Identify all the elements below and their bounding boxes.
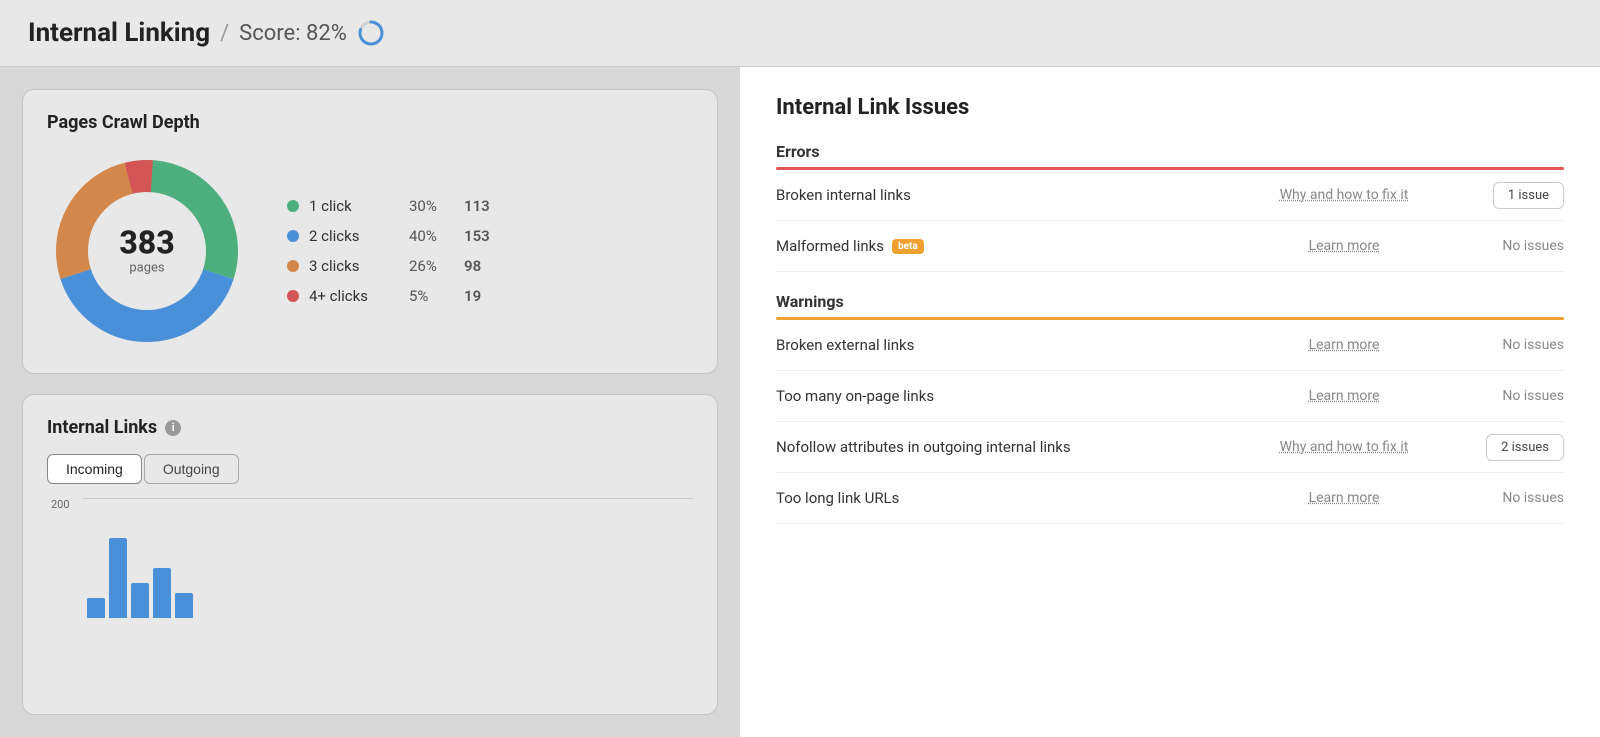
legend-dot-3clicks bbox=[287, 260, 299, 272]
issue-row-long-urls: Too long link URLs Learn more No issues bbox=[776, 473, 1564, 524]
issue-row-broken-internal: Broken internal links Why and how to fix… bbox=[776, 170, 1564, 221]
issue-badge-broken-internal: 1 issue bbox=[1493, 182, 1564, 209]
issue-name-too-many-links: Too many on-page links bbox=[776, 387, 1244, 405]
legend-pct-4plus: 5% bbox=[409, 287, 454, 305]
tab-incoming[interactable]: Incoming bbox=[47, 454, 142, 484]
issue-link-too-many-links[interactable]: Learn more bbox=[1244, 388, 1444, 404]
legend-label-1click: 1 click bbox=[309, 197, 399, 215]
crawl-depth-content: 383 pages 1 click 30% 113 2 clicks bbox=[47, 151, 693, 351]
bar-5 bbox=[175, 593, 193, 618]
legend-item-4plus: 4+ clicks 5% 19 bbox=[287, 287, 490, 305]
bar-chart-area: 200 bbox=[47, 498, 693, 618]
bar-4 bbox=[153, 568, 171, 618]
issue-row-too-many-links: Too many on-page links Learn more No iss… bbox=[776, 371, 1564, 422]
issue-status-too-many-links: No issues bbox=[1444, 388, 1564, 404]
issue-name-malformed: Malformed links beta bbox=[776, 237, 1244, 255]
issue-row-malformed: Malformed links beta Learn more No issue… bbox=[776, 221, 1564, 272]
bar-chart-bars bbox=[87, 498, 693, 618]
legend-item-1click: 1 click 30% 113 bbox=[287, 197, 490, 215]
bar-3 bbox=[131, 583, 149, 618]
legend-label-2clicks: 2 clicks bbox=[309, 227, 399, 245]
issue-name-broken-internal: Broken internal links bbox=[776, 186, 1244, 204]
legend-dot-1click bbox=[287, 200, 299, 212]
issue-status-broken-internal: 1 issue bbox=[1444, 187, 1564, 203]
legend-count-1click: 113 bbox=[464, 197, 490, 215]
issue-link-nofollow[interactable]: Why and how to fix it bbox=[1244, 439, 1444, 455]
legend-pct-2clicks: 40% bbox=[409, 227, 454, 245]
internal-links-title: Internal Links bbox=[47, 417, 157, 438]
internal-links-title-row: Internal Links i bbox=[47, 417, 693, 438]
beta-badge: beta bbox=[892, 239, 924, 254]
bar-1 bbox=[87, 598, 105, 618]
warnings-section: Warnings Broken external links Learn mor… bbox=[776, 292, 1564, 524]
legend-pct-1click: 30% bbox=[409, 197, 454, 215]
left-panel: Pages Crawl Depth bbox=[0, 67, 740, 737]
chart-legend: 1 click 30% 113 2 clicks 40% 153 3 click… bbox=[287, 197, 490, 305]
issue-name-long-urls: Too long link URLs bbox=[776, 489, 1244, 507]
errors-section: Errors Broken internal links Why and how… bbox=[776, 142, 1564, 272]
right-panel: Internal Link Issues Errors Broken inter… bbox=[740, 67, 1600, 737]
issue-row-broken-external: Broken external links Learn more No issu… bbox=[776, 320, 1564, 371]
legend-label-4plus: 4+ clicks bbox=[309, 287, 399, 305]
total-pages: 383 bbox=[119, 227, 174, 259]
page-header: Internal Linking / Score: 82% bbox=[0, 0, 1600, 67]
legend-item-2clicks: 2 clicks 40% 153 bbox=[287, 227, 490, 245]
issue-row-nofollow: Nofollow attributes in outgoing internal… bbox=[776, 422, 1564, 473]
issue-name-nofollow: Nofollow attributes in outgoing internal… bbox=[776, 438, 1244, 456]
legend-item-3clicks: 3 clicks 26% 98 bbox=[287, 257, 490, 275]
crawl-depth-title: Pages Crawl Depth bbox=[47, 112, 693, 133]
issue-status-malformed: No issues bbox=[1444, 238, 1564, 254]
issue-status-long-urls: No issues bbox=[1444, 490, 1564, 506]
issue-link-long-urls[interactable]: Learn more bbox=[1244, 490, 1444, 506]
info-icon[interactable]: i bbox=[165, 420, 181, 436]
internal-links-card: Internal Links i Incoming Outgoing 200 bbox=[22, 394, 718, 715]
page-title: Internal Linking bbox=[28, 18, 210, 48]
issue-link-broken-external[interactable]: Learn more bbox=[1244, 337, 1444, 353]
issue-status-broken-external: No issues bbox=[1444, 337, 1564, 353]
legend-count-2clicks: 153 bbox=[464, 227, 490, 245]
bar-2 bbox=[109, 538, 127, 618]
issue-name-broken-external: Broken external links bbox=[776, 336, 1244, 354]
issue-badge-nofollow: 2 issues bbox=[1486, 434, 1564, 461]
donut-center: 383 pages bbox=[119, 227, 174, 276]
issue-status-nofollow: 2 issues bbox=[1444, 439, 1564, 455]
legend-pct-3clicks: 26% bbox=[409, 257, 454, 275]
tab-outgoing[interactable]: Outgoing bbox=[144, 454, 239, 484]
legend-count-4plus: 19 bbox=[464, 287, 481, 305]
y-axis-200: 200 bbox=[51, 498, 70, 511]
pages-label: pages bbox=[119, 261, 174, 276]
header-divider: / bbox=[220, 21, 229, 46]
warnings-header: Warnings bbox=[776, 292, 1564, 311]
errors-header: Errors bbox=[776, 142, 1564, 161]
donut-chart: 383 pages bbox=[47, 151, 247, 351]
crawl-depth-card: Pages Crawl Depth bbox=[22, 89, 718, 374]
issue-link-broken-internal[interactable]: Why and how to fix it bbox=[1244, 187, 1444, 203]
issues-title: Internal Link Issues bbox=[776, 95, 1564, 120]
score-label: Score: 82% bbox=[239, 21, 347, 46]
main-layout: Pages Crawl Depth bbox=[0, 67, 1600, 737]
legend-count-3clicks: 98 bbox=[464, 257, 481, 275]
legend-dot-4plus bbox=[287, 290, 299, 302]
issue-link-malformed[interactable]: Learn more bbox=[1244, 238, 1444, 254]
y-gridline-200 bbox=[83, 498, 693, 499]
score-icon bbox=[357, 19, 385, 47]
tab-group: Incoming Outgoing bbox=[47, 454, 693, 484]
legend-label-3clicks: 3 clicks bbox=[309, 257, 399, 275]
legend-dot-2clicks bbox=[287, 230, 299, 242]
